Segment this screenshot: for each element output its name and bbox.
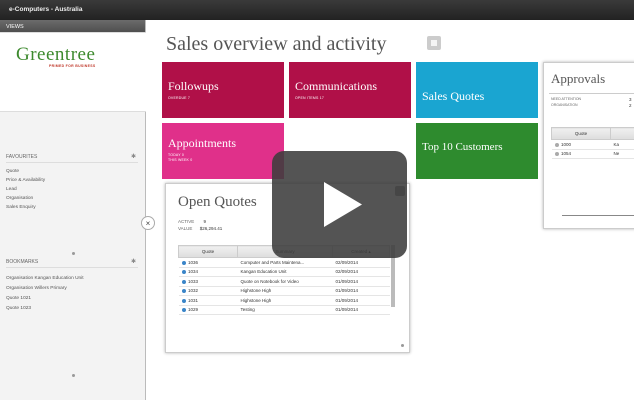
- tile-title: Communications: [295, 79, 377, 93]
- info-icon[interactable]: [181, 308, 186, 313]
- divider: [549, 93, 634, 94]
- favourites-label: FAVOURITES: [6, 154, 38, 160]
- close-icon[interactable]: ×: [141, 216, 155, 230]
- approvals-table: Quote 1000 Ka 1054 Ne: [551, 127, 634, 159]
- view-options-button[interactable]: [427, 36, 441, 50]
- quote-summary: Highstone High: [237, 286, 333, 296]
- resize-handle[interactable]: [72, 252, 75, 255]
- value-amount: $26,294.41: [199, 226, 223, 231]
- info-icon[interactable]: [554, 142, 559, 147]
- video-play-button[interactable]: [272, 151, 407, 258]
- table-row[interactable]: 1000 Ka: [551, 139, 634, 150]
- tile-title: Appointments: [168, 136, 236, 150]
- gear-icon[interactable]: ✱: [131, 152, 136, 162]
- approval-quote: 1000: [561, 141, 572, 147]
- resize-handle[interactable]: [401, 344, 404, 347]
- quote-created: 01/09/2014: [332, 305, 390, 315]
- tile-subtitle: OPEN ITEMS 17: [295, 96, 325, 100]
- tile-subtitle: OVERDUE 7: [168, 96, 191, 100]
- info-icon[interactable]: [181, 279, 186, 284]
- page-title: Sales overview and activity: [166, 33, 387, 55]
- window-title-bar: e-Computers - Australia: [0, 0, 634, 20]
- window-title: e-Computers - Australia: [9, 6, 83, 13]
- tile-title: Sales Quotes: [422, 89, 485, 103]
- tile-sales-quotes[interactable]: Sales Quotes: [416, 62, 538, 118]
- need-attention-label: NEED ATTENTION: [551, 97, 582, 101]
- resize-handle[interactable]: [72, 374, 75, 377]
- divider: [562, 215, 634, 216]
- column-header-quote[interactable]: Quote: [551, 127, 611, 140]
- bookmarks-label: BOOKMARKS: [6, 259, 39, 265]
- quote-created: 02/09/2014: [332, 267, 390, 277]
- favourite-item-lead[interactable]: Lead: [6, 187, 17, 192]
- active-label: ACTIVE: [178, 219, 195, 224]
- info-icon[interactable]: [181, 270, 186, 275]
- info-icon[interactable]: [181, 289, 186, 294]
- bookmarks-header[interactable]: BOOKMARKS ✱: [6, 257, 138, 268]
- approvals-title: Approvals: [551, 71, 606, 86]
- bookmark-item[interactable]: Quote 1021: [6, 296, 31, 301]
- active-value: 9: [203, 219, 207, 224]
- table-row[interactable]: 1031 Highstone High 01/09/2014: [178, 295, 390, 306]
- approval-detail: Ne: [610, 149, 634, 159]
- tile-appointments[interactable]: Appointments TODAY 0 THIS WEEK 0: [162, 123, 284, 179]
- table-row[interactable]: 1032 Highstone High 01/09/2014: [178, 286, 390, 296]
- table-row[interactable]: 1034 Kangan Education Unit 02/09/2014: [178, 267, 390, 277]
- quote-number: 1029: [188, 307, 199, 313]
- info-icon[interactable]: [181, 298, 186, 303]
- organisation-value: 2: [629, 103, 632, 108]
- quote-number: 1036: [188, 259, 199, 265]
- bookmark-item[interactable]: Quote 1023: [6, 306, 31, 311]
- need-attention-value: 3: [629, 97, 632, 102]
- table-row[interactable]: 1036 Computer and Parts Maintena... 02/09/…: [178, 257, 390, 268]
- quote-created: 01/09/2014: [332, 295, 390, 306]
- approval-detail: Ka: [610, 139, 634, 150]
- tile-subtitle: THIS WEEK 0: [168, 158, 193, 162]
- quote-created: 01/09/2014: [332, 286, 390, 296]
- table-row[interactable]: 1029 Testing 01/09/2014: [178, 305, 390, 315]
- quote-created: 01/09/2014: [332, 276, 390, 287]
- info-icon[interactable]: [181, 260, 186, 265]
- quote-summary: Computer and Parts Maintena...: [237, 257, 333, 268]
- table-row[interactable]: 1033 Quote on Notebook for Video 01/09/201…: [178, 276, 390, 287]
- quote-summary: Highstone High: [237, 295, 333, 306]
- info-icon[interactable]: [554, 152, 559, 157]
- favourite-item-quote[interactable]: Quote: [6, 169, 19, 174]
- column-header-quote[interactable]: Quote: [178, 245, 238, 258]
- quote-number: 1032: [188, 288, 199, 294]
- gear-icon[interactable]: ✱: [131, 257, 136, 267]
- quote-summary: Testing: [237, 305, 333, 315]
- tile-title: Followups: [168, 79, 219, 93]
- tile-communications[interactable]: Communications OPEN ITEMS 17: [289, 62, 411, 118]
- tile-top-10-customers[interactable]: Top 10 Customers: [416, 123, 538, 179]
- tile-subtitle: TODAY 0: [168, 153, 184, 157]
- quote-number: 1034: [188, 269, 199, 275]
- quote-number: 1033: [188, 278, 199, 284]
- tile-followups[interactable]: Followups OVERDUE 7: [162, 62, 284, 118]
- quote-created: 02/09/2014: [332, 257, 390, 268]
- favourite-item-sales-enquiry[interactable]: Sales Enquiry: [6, 205, 36, 210]
- favourite-item-price[interactable]: Price & Availability: [6, 178, 45, 183]
- play-icon: [324, 182, 362, 227]
- quote-number: 1031: [188, 297, 199, 303]
- tile-title: Top 10 Customers: [422, 141, 503, 153]
- open-quotes-title: Open Quotes: [178, 194, 257, 210]
- organisation-label: ORGANISATION: [551, 103, 578, 107]
- bookmark-item[interactable]: Organisation Kangan Education Unit: [6, 276, 84, 281]
- favourites-header[interactable]: FAVOURITES ✱: [6, 152, 138, 163]
- approval-quote: 1054: [561, 151, 572, 157]
- table-row[interactable]: 1054 Ne: [551, 149, 634, 159]
- greentree-logo: Greentree: [16, 44, 96, 65]
- bookmark-item[interactable]: Organisation Willers Primary: [6, 286, 67, 291]
- favourite-item-organisation[interactable]: Organisation: [6, 196, 33, 201]
- quote-summary: Kangan Education Unit: [237, 267, 333, 277]
- quote-summary: Quote on Notebook for Video: [237, 276, 333, 287]
- logo-tagline: PRIMED FOR BUSINESS: [49, 64, 96, 68]
- value-label: VALUE: [178, 226, 193, 231]
- approvals-panel: Approvals NEED ATTENTION 3 ORGANISATION …: [543, 62, 634, 229]
